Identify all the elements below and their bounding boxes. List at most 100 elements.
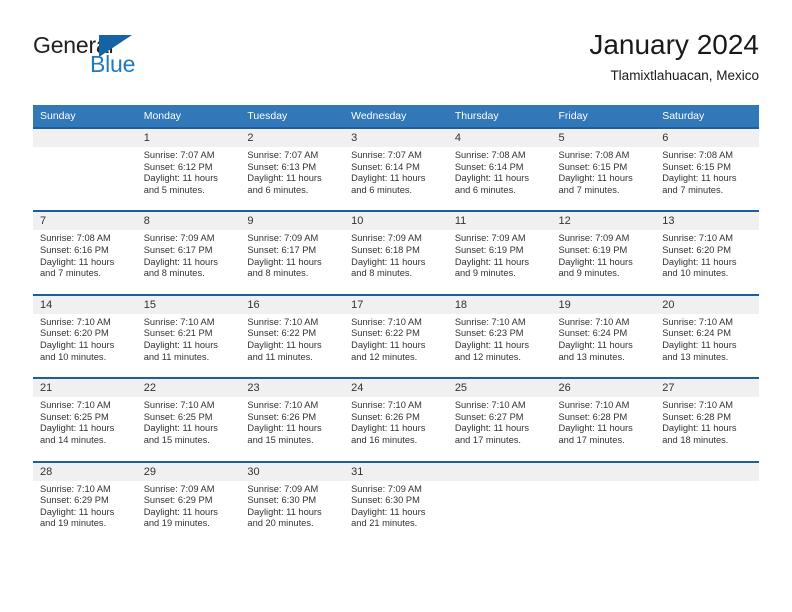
- day-number[interactable]: 2: [240, 129, 345, 147]
- day-cell[interactable]: Sunrise: 7:09 AM Sunset: 6:19 PM Daylight:…: [447, 230, 552, 286]
- day-cell[interactable]: Sunrise: 7:08 AM Sunset: 6:15 PM Daylight:…: [551, 147, 656, 203]
- daylight-text-line2: and 13 minutes.: [558, 351, 625, 362]
- day-cell[interactable]: Sunrise: 7:09 AM Sunset: 6:18 PM Daylight:…: [344, 230, 448, 286]
- day-cell[interactable]: Sunrise: 7:10 AM Sunset: 6:22 PM Daylight:…: [344, 313, 448, 370]
- day-number[interactable]: 20: [655, 295, 759, 314]
- day-cell[interactable]: Sunrise: 7:09 AM Sunset: 6:17 PM Daylight:…: [240, 230, 345, 286]
- day-cell[interactable]: Sunrise: 7:08 AM Sunset: 6:14 PM Daylight:…: [447, 147, 552, 203]
- day-number[interactable]: 22: [136, 379, 241, 398]
- day-cell[interactable]: Sunrise: 7:10 AM Sunset: 6:25 PM Daylight:…: [136, 397, 241, 453]
- sunrise-text: Sunrise: 7:07 AM: [351, 150, 422, 160]
- daylight-text-line2: and 9 minutes.: [454, 268, 516, 279]
- day-number[interactable]: 4: [447, 129, 552, 147]
- day-number[interactable]: 28: [33, 462, 137, 481]
- sunrise-text: Sunrise: 7:10 AM: [454, 316, 526, 327]
- day-number[interactable]: 7: [33, 212, 137, 231]
- day-number[interactable]: 5: [551, 129, 656, 147]
- day-number[interactable]: 8: [136, 212, 241, 231]
- daylight-text-line2: and 20 minutes.: [247, 518, 314, 529]
- day-number[interactable]: 9: [240, 212, 345, 231]
- day-number[interactable]: 14: [33, 295, 137, 314]
- week-spacer-cell: [33, 452, 759, 461]
- sunset-text: Sunset: 6:25 PM: [143, 411, 213, 422]
- sunrise-text: Sunrise: 7:10 AM: [662, 400, 734, 411]
- day-cell[interactable]: Sunrise: 7:08 AM Sunset: 6:15 PM Daylight:…: [655, 147, 759, 203]
- daylight-text-line1: Daylight: 11 hours: [247, 256, 322, 267]
- day-cell[interactable]: Sunrise: 7:10 AM Sunset: 6:29 PM Daylight:…: [33, 480, 137, 536]
- day-detail-row: Sunrise: 7:10 AM Sunset: 6:20 PM Daylight:…: [33, 313, 759, 370]
- sunset-text: Sunset: 6:29 PM: [143, 495, 213, 506]
- day-number[interactable]: 19: [551, 295, 656, 314]
- day-number-row: 123456: [33, 129, 759, 147]
- day-cell[interactable]: Sunrise: 7:09 AM Sunset: 6:30 PM Daylight:…: [240, 480, 345, 536]
- daylight-text-line2: and 7 minutes.: [558, 184, 620, 195]
- day-cell-empty: [447, 480, 552, 536]
- general-blue-logo[interactable]: General Blue: [33, 32, 213, 88]
- day-cell[interactable]: Sunrise: 7:09 AM Sunset: 6:17 PM Daylight:…: [136, 230, 241, 286]
- day-cell[interactable]: Sunrise: 7:10 AM Sunset: 6:26 PM Daylight:…: [344, 397, 448, 453]
- daylight-text-line2: and 15 minutes.: [143, 434, 210, 445]
- day-number[interactable]: 27: [655, 379, 759, 398]
- daylight-text-line2: and 12 minutes.: [454, 351, 521, 362]
- day-cell[interactable]: Sunrise: 7:10 AM Sunset: 6:28 PM Daylight:…: [551, 397, 656, 453]
- sunset-text: Sunset: 6:24 PM: [662, 328, 731, 339]
- day-cell[interactable]: Sunrise: 7:10 AM Sunset: 6:26 PM Daylight:…: [240, 397, 345, 453]
- day-number[interactable]: 10: [344, 212, 448, 231]
- sunrise-text: Sunrise: 7:09 AM: [558, 233, 630, 244]
- day-cell[interactable]: Sunrise: 7:07 AM Sunset: 6:14 PM Daylight:…: [344, 147, 448, 203]
- sunset-text: Sunset: 6:21 PM: [143, 328, 213, 339]
- day-cell[interactable]: Sunrise: 7:09 AM Sunset: 6:30 PM Daylight:…: [344, 480, 448, 536]
- day-number[interactable]: 21: [33, 379, 137, 398]
- day-number[interactable]: 29: [136, 462, 241, 481]
- day-cell[interactable]: Sunrise: 7:07 AM Sunset: 6:12 PM Daylight:…: [136, 147, 241, 203]
- day-number[interactable]: 3: [344, 129, 448, 147]
- page-subtitle: Tlamixtlahuacan, Mexico: [610, 68, 759, 83]
- daylight-text-line1: Daylight: 11 hours: [558, 256, 633, 267]
- day-number[interactable]: 1: [136, 129, 241, 147]
- sunset-text: Sunset: 6:16 PM: [40, 244, 109, 255]
- day-number[interactable]: 31: [344, 462, 448, 481]
- week-spacer: [33, 452, 759, 461]
- day-cell[interactable]: Sunrise: 7:10 AM Sunset: 6:27 PM Daylight:…: [447, 397, 552, 453]
- day-cell[interactable]: Sunrise: 7:10 AM Sunset: 6:22 PM Daylight:…: [240, 313, 345, 370]
- sunrise-text: Sunrise: 7:07 AM: [143, 150, 215, 160]
- day-cell[interactable]: Sunrise: 7:10 AM Sunset: 6:28 PM Daylight:…: [655, 397, 759, 453]
- daylight-text-line1: Daylight: 11 hours: [662, 173, 737, 184]
- day-number[interactable]: 12: [551, 212, 656, 231]
- day-cell[interactable]: Sunrise: 7:08 AM Sunset: 6:16 PM Daylight:…: [33, 230, 137, 286]
- day-number[interactable]: 24: [344, 379, 448, 398]
- day-number[interactable]: 13: [655, 212, 759, 231]
- week-spacer: [33, 369, 759, 378]
- day-cell[interactable]: Sunrise: 7:10 AM Sunset: 6:24 PM Daylight:…: [655, 313, 759, 370]
- day-detail-row: Sunrise: 7:08 AM Sunset: 6:16 PM Daylight:…: [33, 230, 759, 286]
- day-cell[interactable]: Sunrise: 7:07 AM Sunset: 6:13 PM Daylight:…: [240, 147, 345, 203]
- day-number[interactable]: 11: [447, 212, 552, 231]
- daylight-text-line2: and 5 minutes.: [143, 184, 205, 195]
- day-number[interactable]: 26: [551, 379, 656, 398]
- sunrise-text: Sunrise: 7:10 AM: [662, 233, 734, 244]
- day-cell[interactable]: Sunrise: 7:09 AM Sunset: 6:19 PM Daylight:…: [551, 230, 656, 286]
- day-cell[interactable]: Sunrise: 7:10 AM Sunset: 6:25 PM Daylight:…: [33, 397, 137, 453]
- daylight-text-line1: Daylight: 11 hours: [40, 256, 115, 267]
- day-cell[interactable]: Sunrise: 7:10 AM Sunset: 6:20 PM Daylight:…: [33, 313, 137, 370]
- day-number[interactable]: 30: [240, 462, 345, 481]
- daylight-text-line2: and 10 minutes.: [40, 351, 107, 362]
- day-number[interactable]: 25: [447, 379, 552, 398]
- day-number[interactable]: 6: [655, 129, 759, 147]
- calendar-page: General Blue January 2024 Tlamixtlahuaca…: [0, 0, 792, 612]
- day-cell[interactable]: Sunrise: 7:10 AM Sunset: 6:24 PM Daylight:…: [551, 313, 656, 370]
- day-cell[interactable]: Sunrise: 7:10 AM Sunset: 6:21 PM Daylight:…: [136, 313, 241, 370]
- day-number[interactable]: 23: [240, 379, 345, 398]
- sunset-text: Sunset: 6:15 PM: [662, 161, 731, 172]
- day-number[interactable]: 17: [344, 295, 448, 314]
- day-cell[interactable]: Sunrise: 7:10 AM Sunset: 6:23 PM Daylight:…: [447, 313, 552, 370]
- calendar-header: Sunday Monday Tuesday Wednesday Thursday…: [33, 105, 759, 127]
- sunset-text: Sunset: 6:24 PM: [558, 328, 628, 339]
- sunrise-text: Sunrise: 7:10 AM: [40, 316, 111, 327]
- day-number[interactable]: 15: [136, 295, 241, 314]
- day-number[interactable]: 18: [447, 295, 552, 314]
- day-cell[interactable]: Sunrise: 7:09 AM Sunset: 6:29 PM Daylight:…: [136, 480, 241, 536]
- sunrise-text: Sunrise: 7:10 AM: [558, 316, 630, 327]
- day-cell[interactable]: Sunrise: 7:10 AM Sunset: 6:20 PM Daylight:…: [655, 230, 759, 286]
- day-number[interactable]: 16: [240, 295, 345, 314]
